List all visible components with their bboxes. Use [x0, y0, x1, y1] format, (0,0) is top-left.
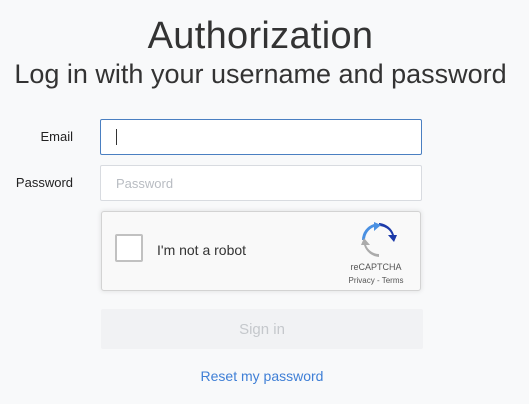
page-title: Authorization — [147, 15, 374, 57]
login-page: Authorization Log in with your username … — [0, 0, 529, 404]
email-field[interactable] — [100, 119, 422, 155]
reset-password-link[interactable]: Reset my password — [101, 368, 423, 384]
recaptcha-checkbox-label: I'm not a robot — [157, 242, 247, 258]
recaptcha-brand: reCAPTCHA — [350, 262, 402, 272]
page-subtitle: Log in with your username and password — [14, 59, 507, 89]
recaptcha-terms-links[interactable]: Privacy - Terms — [336, 276, 416, 285]
password-field[interactable] — [100, 165, 422, 201]
recaptcha-widget: I'm not a robot reCAPTCHA Privacy - Term… — [101, 211, 421, 291]
email-label: Email — [40, 129, 73, 144]
text-caret — [116, 129, 117, 145]
password-label: Password — [15, 175, 73, 190]
recaptcha-logo-icon — [361, 222, 397, 257]
recaptcha-checkbox[interactable] — [115, 234, 143, 262]
sign-in-button[interactable]: Sign in — [101, 309, 423, 349]
